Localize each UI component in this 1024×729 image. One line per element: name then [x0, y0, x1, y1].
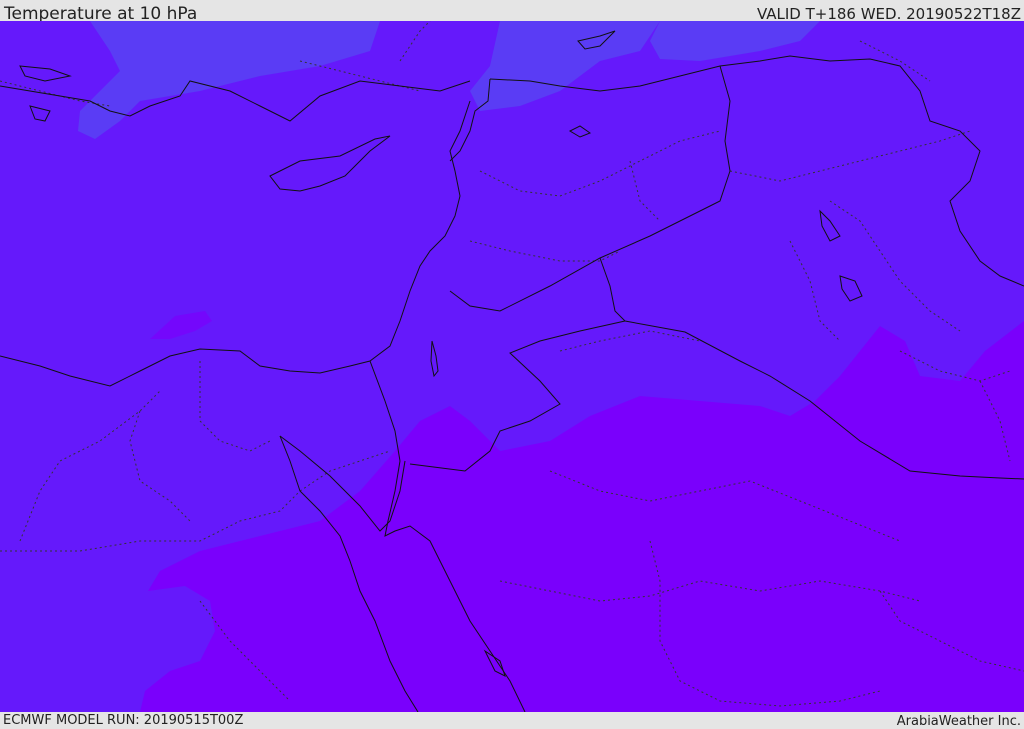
model-run-label: ECMWF MODEL RUN: 20190515T00Z: [3, 713, 244, 728]
weather-map: [0, 21, 1024, 712]
forecast-map-page: Temperature at 10 hPa VALID T+186 WED. 2…: [0, 0, 1024, 729]
credit-label: ArabiaWeather Inc.: [896, 714, 1021, 729]
header-bar: Temperature at 10 hPa VALID T+186 WED. 2…: [0, 0, 1024, 24]
map-canvas: [0, 21, 1024, 712]
footer-bar: ECMWF MODEL RUN: 20190515T00Z ArabiaWeat…: [0, 712, 1024, 729]
